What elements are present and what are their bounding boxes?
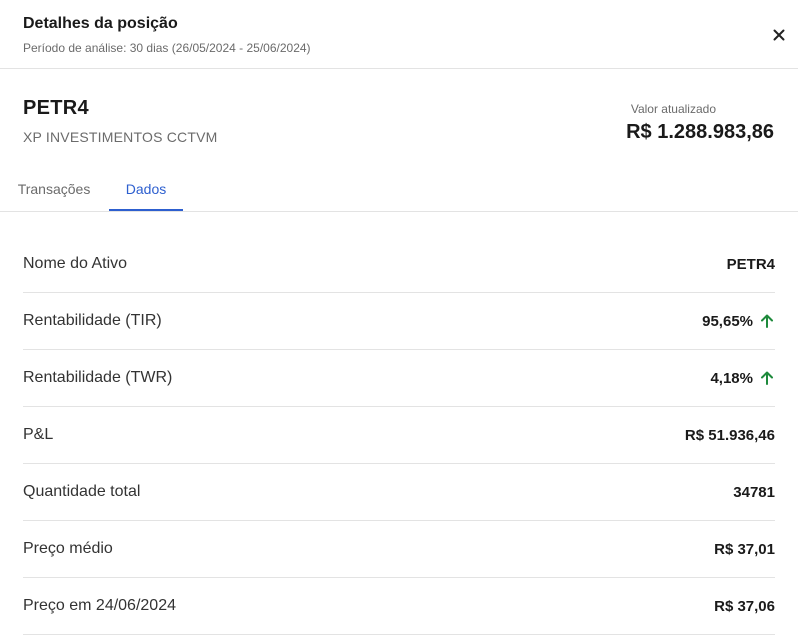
tab-dados[interactable]: Dados: [109, 170, 183, 211]
updated-value: R$ 1.288.983,86: [626, 121, 774, 143]
row-average-price: Preço médio R$ 37,01: [23, 521, 775, 578]
row-value: 4,18%: [710, 370, 775, 387]
row-value: R$ 51.936,46: [685, 427, 775, 444]
row-twr: Rentabilidade (TWR) 4,18%: [23, 350, 775, 407]
row-value: R$ 37,01: [714, 541, 775, 558]
arrow-up-icon: [759, 370, 775, 386]
row-value-text: R$ 37,01: [714, 540, 775, 558]
row-asset-name: Nome do Ativo PETR4: [23, 236, 775, 293]
row-pnl: P&L R$ 51.936,46: [23, 407, 775, 464]
tab-bar: Transações Dados: [0, 170, 798, 212]
close-icon: [773, 29, 785, 41]
row-value: PETR4: [727, 256, 775, 273]
row-value-text: PETR4: [726, 255, 775, 273]
row-value: 95,65%: [702, 313, 775, 330]
modal-title: Detalhes da posição: [23, 15, 178, 32]
row-label: Quantidade total: [23, 483, 141, 500]
row-value-text: R$ 51.936,46: [684, 426, 775, 444]
analysis-period: Período de análise: 30 dias (26/05/2024 …: [23, 41, 311, 55]
row-value: R$ 37,06: [714, 598, 775, 615]
row-total-quantity: Quantidade total 34781: [23, 464, 775, 521]
close-button[interactable]: [768, 24, 790, 46]
asset-ticker: PETR4: [23, 97, 89, 119]
arrow-up-icon: [759, 313, 775, 329]
tab-transacoes[interactable]: Transações: [0, 170, 108, 211]
data-list: Nome do Ativo PETR4 Rentabilidade (TIR) …: [23, 236, 775, 635]
row-label: P&L: [23, 426, 54, 443]
updated-value-label: Valor atualizado: [630, 102, 716, 116]
row-value-text: 4,18%: [710, 369, 753, 387]
row-label: Rentabilidade (TWR): [23, 369, 173, 386]
row-value-text: 95,65%: [702, 312, 753, 330]
row-label: Rentabilidade (TIR): [23, 312, 162, 329]
asset-broker: XP INVESTIMENTOS CCTVM: [23, 129, 218, 145]
row-value-text: 34781: [733, 483, 775, 501]
row-label: Preço médio: [23, 540, 113, 557]
row-label: Nome do Ativo: [23, 255, 128, 272]
modal-header: Detalhes da posição Período de análise: …: [0, 0, 798, 69]
row-value-text: R$ 37,06: [714, 597, 775, 615]
row-label: Preço em 24/06/2024: [23, 597, 176, 614]
row-price-on-date: Preço em 24/06/2024 R$ 37,06: [23, 578, 775, 635]
row-value: 34781: [733, 484, 775, 501]
row-tir: Rentabilidade (TIR) 95,65%: [23, 293, 775, 350]
